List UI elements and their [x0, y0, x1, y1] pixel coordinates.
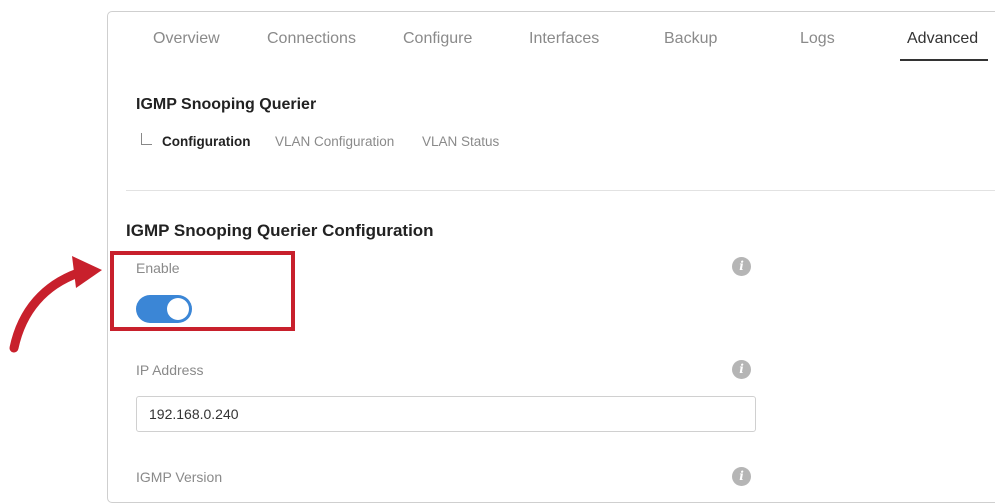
- enable-info-icon[interactable]: i: [732, 257, 751, 276]
- section-divider: [126, 190, 995, 191]
- subnav-vlan-status[interactable]: VLAN Status: [422, 134, 499, 149]
- subnav-configuration[interactable]: Configuration: [162, 134, 250, 149]
- subnav-vlan-configuration[interactable]: VLAN Configuration: [275, 134, 394, 149]
- igmp-version-label: IGMP Version: [136, 469, 223, 485]
- tree-elbow-icon: [141, 133, 152, 145]
- tab-logs[interactable]: Logs: [800, 30, 835, 48]
- annotation-arrow-icon: [9, 256, 102, 353]
- section-title: IGMP Snooping Querier Configuration: [126, 221, 434, 240]
- ip-address-input[interactable]: [136, 396, 756, 432]
- tab-advanced[interactable]: Advanced: [907, 30, 978, 48]
- active-tab-indicator: [900, 59, 988, 61]
- tab-bar: Overview Connections Configure Interface…: [108, 12, 995, 64]
- tab-configure[interactable]: Configure: [403, 30, 472, 48]
- tab-overview[interactable]: Overview: [153, 30, 220, 48]
- highlight-box: [110, 251, 295, 331]
- tab-connections[interactable]: Connections: [267, 30, 356, 48]
- ip-address-label: IP Address: [136, 362, 204, 378]
- page-title: IGMP Snooping Querier: [136, 96, 317, 113]
- tab-interfaces[interactable]: Interfaces: [529, 30, 599, 48]
- igmp-version-info-icon[interactable]: i: [732, 467, 751, 486]
- tab-backup[interactable]: Backup: [664, 30, 717, 48]
- ip-address-info-icon[interactable]: i: [732, 360, 751, 379]
